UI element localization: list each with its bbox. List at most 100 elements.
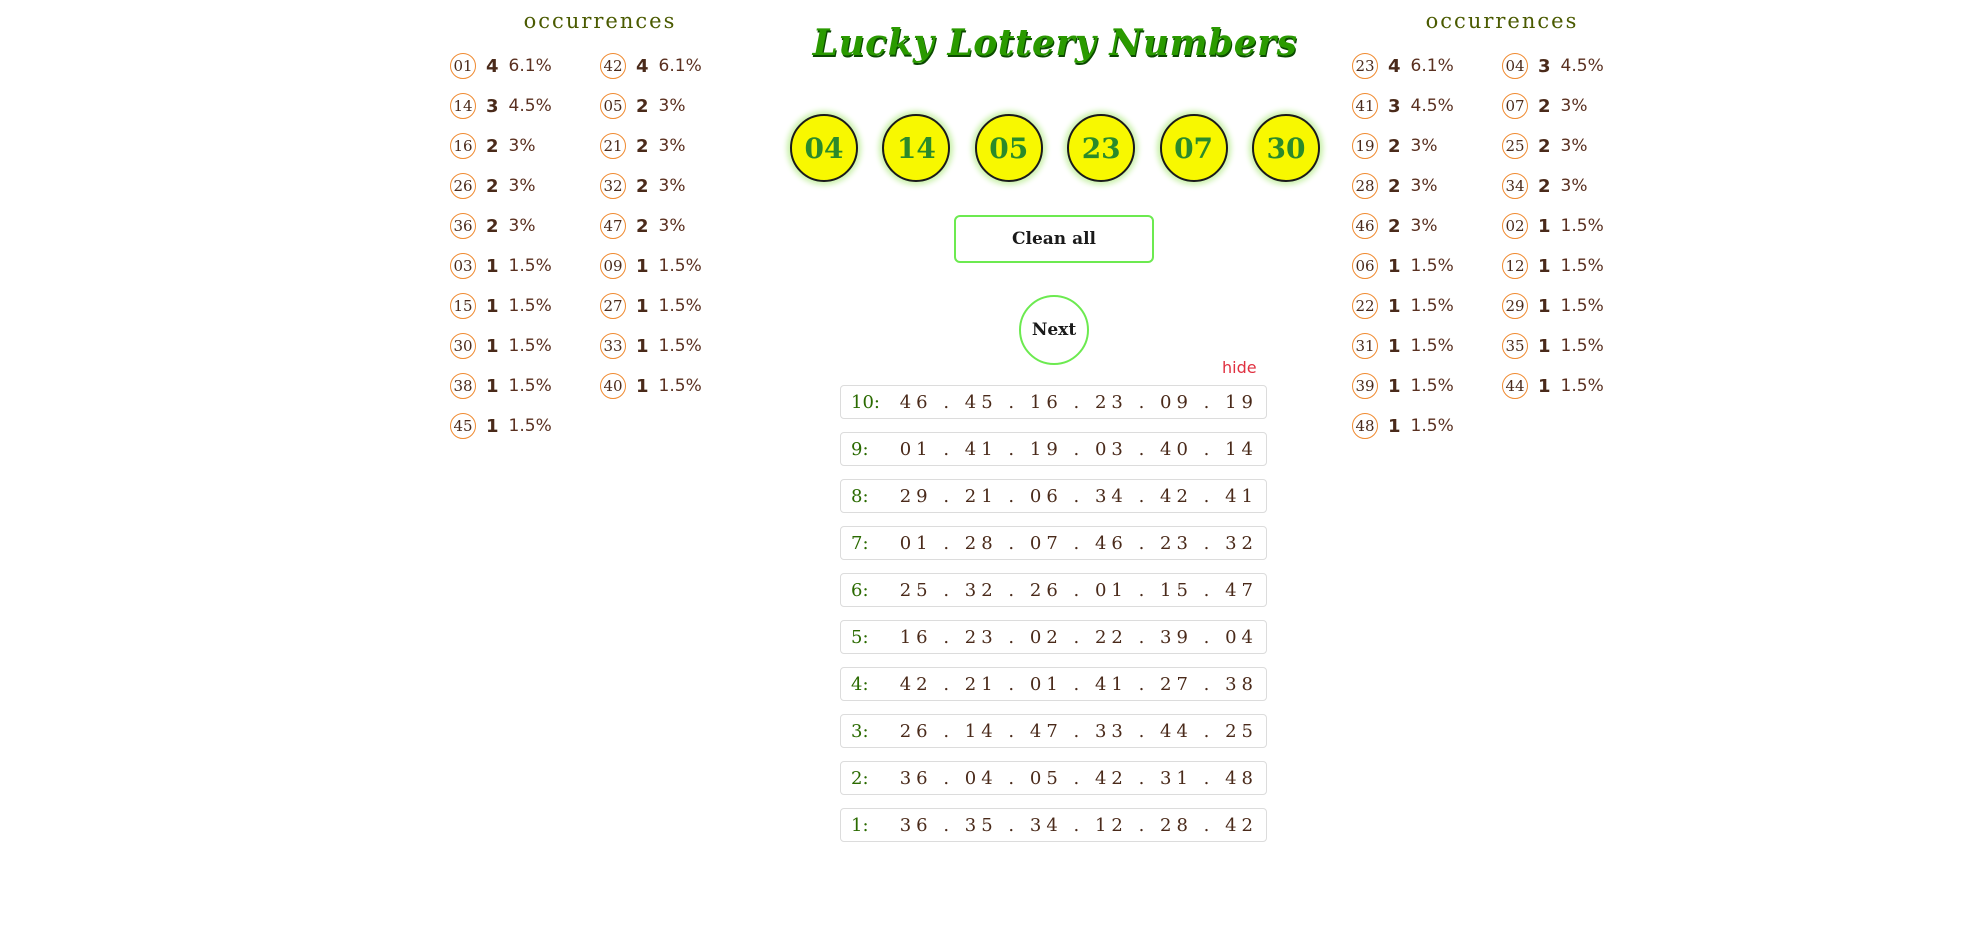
occurrences-columns-left: 01 4 6.1% 14 3 4.5% 16 2 3% 26 2 3% 36 2 3% 03 1 1.5% 15 1 1… (450, 46, 750, 446)
draw-history-row: 6: 25 . 32 . 26 . 01 . 15 . 47 (840, 573, 1267, 607)
number-ball: 14 (450, 93, 476, 119)
draw-history: 10: 46 . 45 . 16 . 23 . 09 . 19 9: 01 . 41 … (840, 385, 1267, 855)
number-ball: 09 (600, 253, 626, 279)
occurrence-count: 1 (486, 255, 499, 277)
occurrence-count: 1 (486, 415, 499, 437)
drawn-number-ball: 04 (790, 114, 858, 182)
occurrence-row: 39 1 1.5% (1352, 366, 1502, 406)
draw-numbers: 29 . 21 . 06 . 34 . 42 . 41 (899, 485, 1258, 507)
number-ball: 33 (600, 333, 626, 359)
occurrence-percent: 1.5% (1560, 376, 1604, 396)
occurrence-count: 1 (1388, 335, 1401, 357)
number-ball: 02 (1502, 213, 1528, 239)
number-ball: 45 (450, 413, 476, 439)
occurrence-percent: 3% (508, 136, 536, 156)
occurrences-heading-right: occurrences (1425, 9, 1579, 33)
occurrence-percent: 1.5% (658, 296, 702, 316)
occurrence-percent: 3% (1410, 136, 1438, 156)
occurrence-percent: 1.5% (1560, 256, 1604, 276)
occurrence-count: 1 (1538, 375, 1551, 397)
number-ball: 16 (450, 133, 476, 159)
right-occurrences-panel: occurrences 23 4 6.1% 41 3 4.5% 19 2 3% 28 2 3% 46 2 3… (1352, 0, 1652, 446)
draw-index: 6: (851, 579, 869, 601)
occurrence-row: 47 2 3% (600, 206, 750, 246)
occurrence-percent: 3% (1560, 176, 1588, 196)
occurrence-row: 16 2 3% (450, 126, 600, 166)
draw-history-row: 4: 42 . 21 . 01 . 41 . 27 . 38 (840, 667, 1267, 701)
draw-history-row: 9: 01 . 41 . 19 . 03 . 40 . 14 (840, 432, 1267, 466)
draw-index: 3: (851, 720, 869, 742)
number-ball: 15 (450, 293, 476, 319)
draw-index: 2: (851, 767, 869, 789)
left-occurrences-panel: occurrences 01 4 6.1% 14 3 4.5% 16 2 3% 26 2 3% 36 2 3… (450, 0, 750, 446)
occurrence-count: 3 (1538, 55, 1551, 77)
occurrence-percent: 4.5% (1410, 96, 1454, 116)
occurrence-row: 28 2 3% (1352, 166, 1502, 206)
occurrence-count: 3 (486, 95, 499, 117)
clean-all-button[interactable]: Clean all (954, 215, 1154, 263)
occurrences-column: 04 3 4.5% 07 2 3% 25 2 3% 34 2 3% 02 1 1.5% 12 1 1.5% 29 1 1… (1502, 46, 1652, 446)
occurrence-percent: 3% (1560, 136, 1588, 156)
draw-numbers: 01 . 28 . 07 . 46 . 23 . 32 (899, 532, 1258, 554)
draw-index: 8: (851, 485, 869, 507)
occurrence-count: 3 (1388, 95, 1401, 117)
current-draw-balls: 04 14 05 23 07 30 (790, 114, 1320, 182)
occurrence-percent: 4.5% (1560, 56, 1604, 76)
occurrence-percent: 3% (1410, 176, 1438, 196)
number-ball: 05 (600, 93, 626, 119)
occurrence-row: 15 1 1.5% (450, 286, 600, 326)
draw-numbers: 36 . 04 . 05 . 42 . 31 . 48 (899, 767, 1258, 789)
occurrence-count: 1 (1538, 255, 1551, 277)
number-ball: 07 (1502, 93, 1528, 119)
draw-index: 1: (851, 814, 869, 836)
number-ball: 22 (1352, 293, 1378, 319)
occurrence-row: 09 1 1.5% (600, 246, 750, 286)
draw-numbers: 16 . 23 . 02 . 22 . 39 . 04 (899, 626, 1258, 648)
draw-history-row: 5: 16 . 23 . 02 . 22 . 39 . 04 (840, 620, 1267, 654)
page-title: Lucky Lottery Numbers (812, 22, 1298, 64)
occurrence-percent: 3% (658, 176, 686, 196)
occurrence-row: 33 1 1.5% (600, 326, 750, 366)
occurrence-count: 2 (486, 135, 499, 157)
occurrence-count: 1 (1388, 255, 1401, 277)
occurrence-percent: 6.1% (1410, 56, 1454, 76)
occurrence-count: 1 (1388, 415, 1401, 437)
draw-numbers: 25 . 32 . 26 . 01 . 15 . 47 (899, 579, 1258, 601)
occurrence-percent: 1.5% (508, 336, 552, 356)
next-button[interactable]: Next (1019, 295, 1089, 365)
occurrence-count: 2 (1538, 95, 1551, 117)
occurrences-columns-right: 23 4 6.1% 41 3 4.5% 19 2 3% 28 2 3% 46 2 3% 06 1 1.5% 22 1 1… (1352, 46, 1652, 446)
draw-history-row: 7: 01 . 28 . 07 . 46 . 23 . 32 (840, 526, 1267, 560)
drawn-number-ball: 05 (974, 114, 1043, 182)
occurrence-percent: 1.5% (658, 336, 702, 356)
occurrence-percent: 1.5% (508, 256, 552, 276)
occurrence-row: 29 1 1.5% (1502, 286, 1652, 326)
occurrence-count: 4 (1388, 55, 1401, 77)
number-ball: 27 (600, 293, 626, 319)
occurrence-count: 2 (1538, 175, 1551, 197)
occurrences-heading-left: occurrences (523, 9, 677, 33)
occurrence-percent: 1.5% (1410, 256, 1454, 276)
occurrence-row: 40 1 1.5% (600, 366, 750, 406)
occurrence-count: 2 (636, 135, 649, 157)
occurrence-percent: 3% (658, 216, 686, 236)
occurrence-count: 1 (1538, 335, 1551, 357)
number-ball: 21 (600, 133, 626, 159)
occurrence-percent: 3% (1410, 216, 1438, 236)
occurrence-row: 30 1 1.5% (450, 326, 600, 366)
occurrence-row: 05 2 3% (600, 86, 750, 126)
occurrence-row: 12 1 1.5% (1502, 246, 1652, 286)
occurrence-row: 27 1 1.5% (600, 286, 750, 326)
occurrence-count: 1 (1538, 295, 1551, 317)
number-ball: 01 (450, 53, 476, 79)
number-ball: 44 (1502, 373, 1528, 399)
occurrence-count: 1 (486, 375, 499, 397)
occurrence-row: 21 2 3% (600, 126, 750, 166)
number-ball: 34 (1502, 173, 1528, 199)
occurrence-percent: 3% (1560, 96, 1588, 116)
occurrence-row: 26 2 3% (450, 166, 600, 206)
occurrence-percent: 1.5% (1410, 296, 1454, 316)
number-ball: 19 (1352, 133, 1378, 159)
occurrence-row: 41 3 4.5% (1352, 86, 1502, 126)
hide-link[interactable]: hide (1222, 358, 1257, 377)
